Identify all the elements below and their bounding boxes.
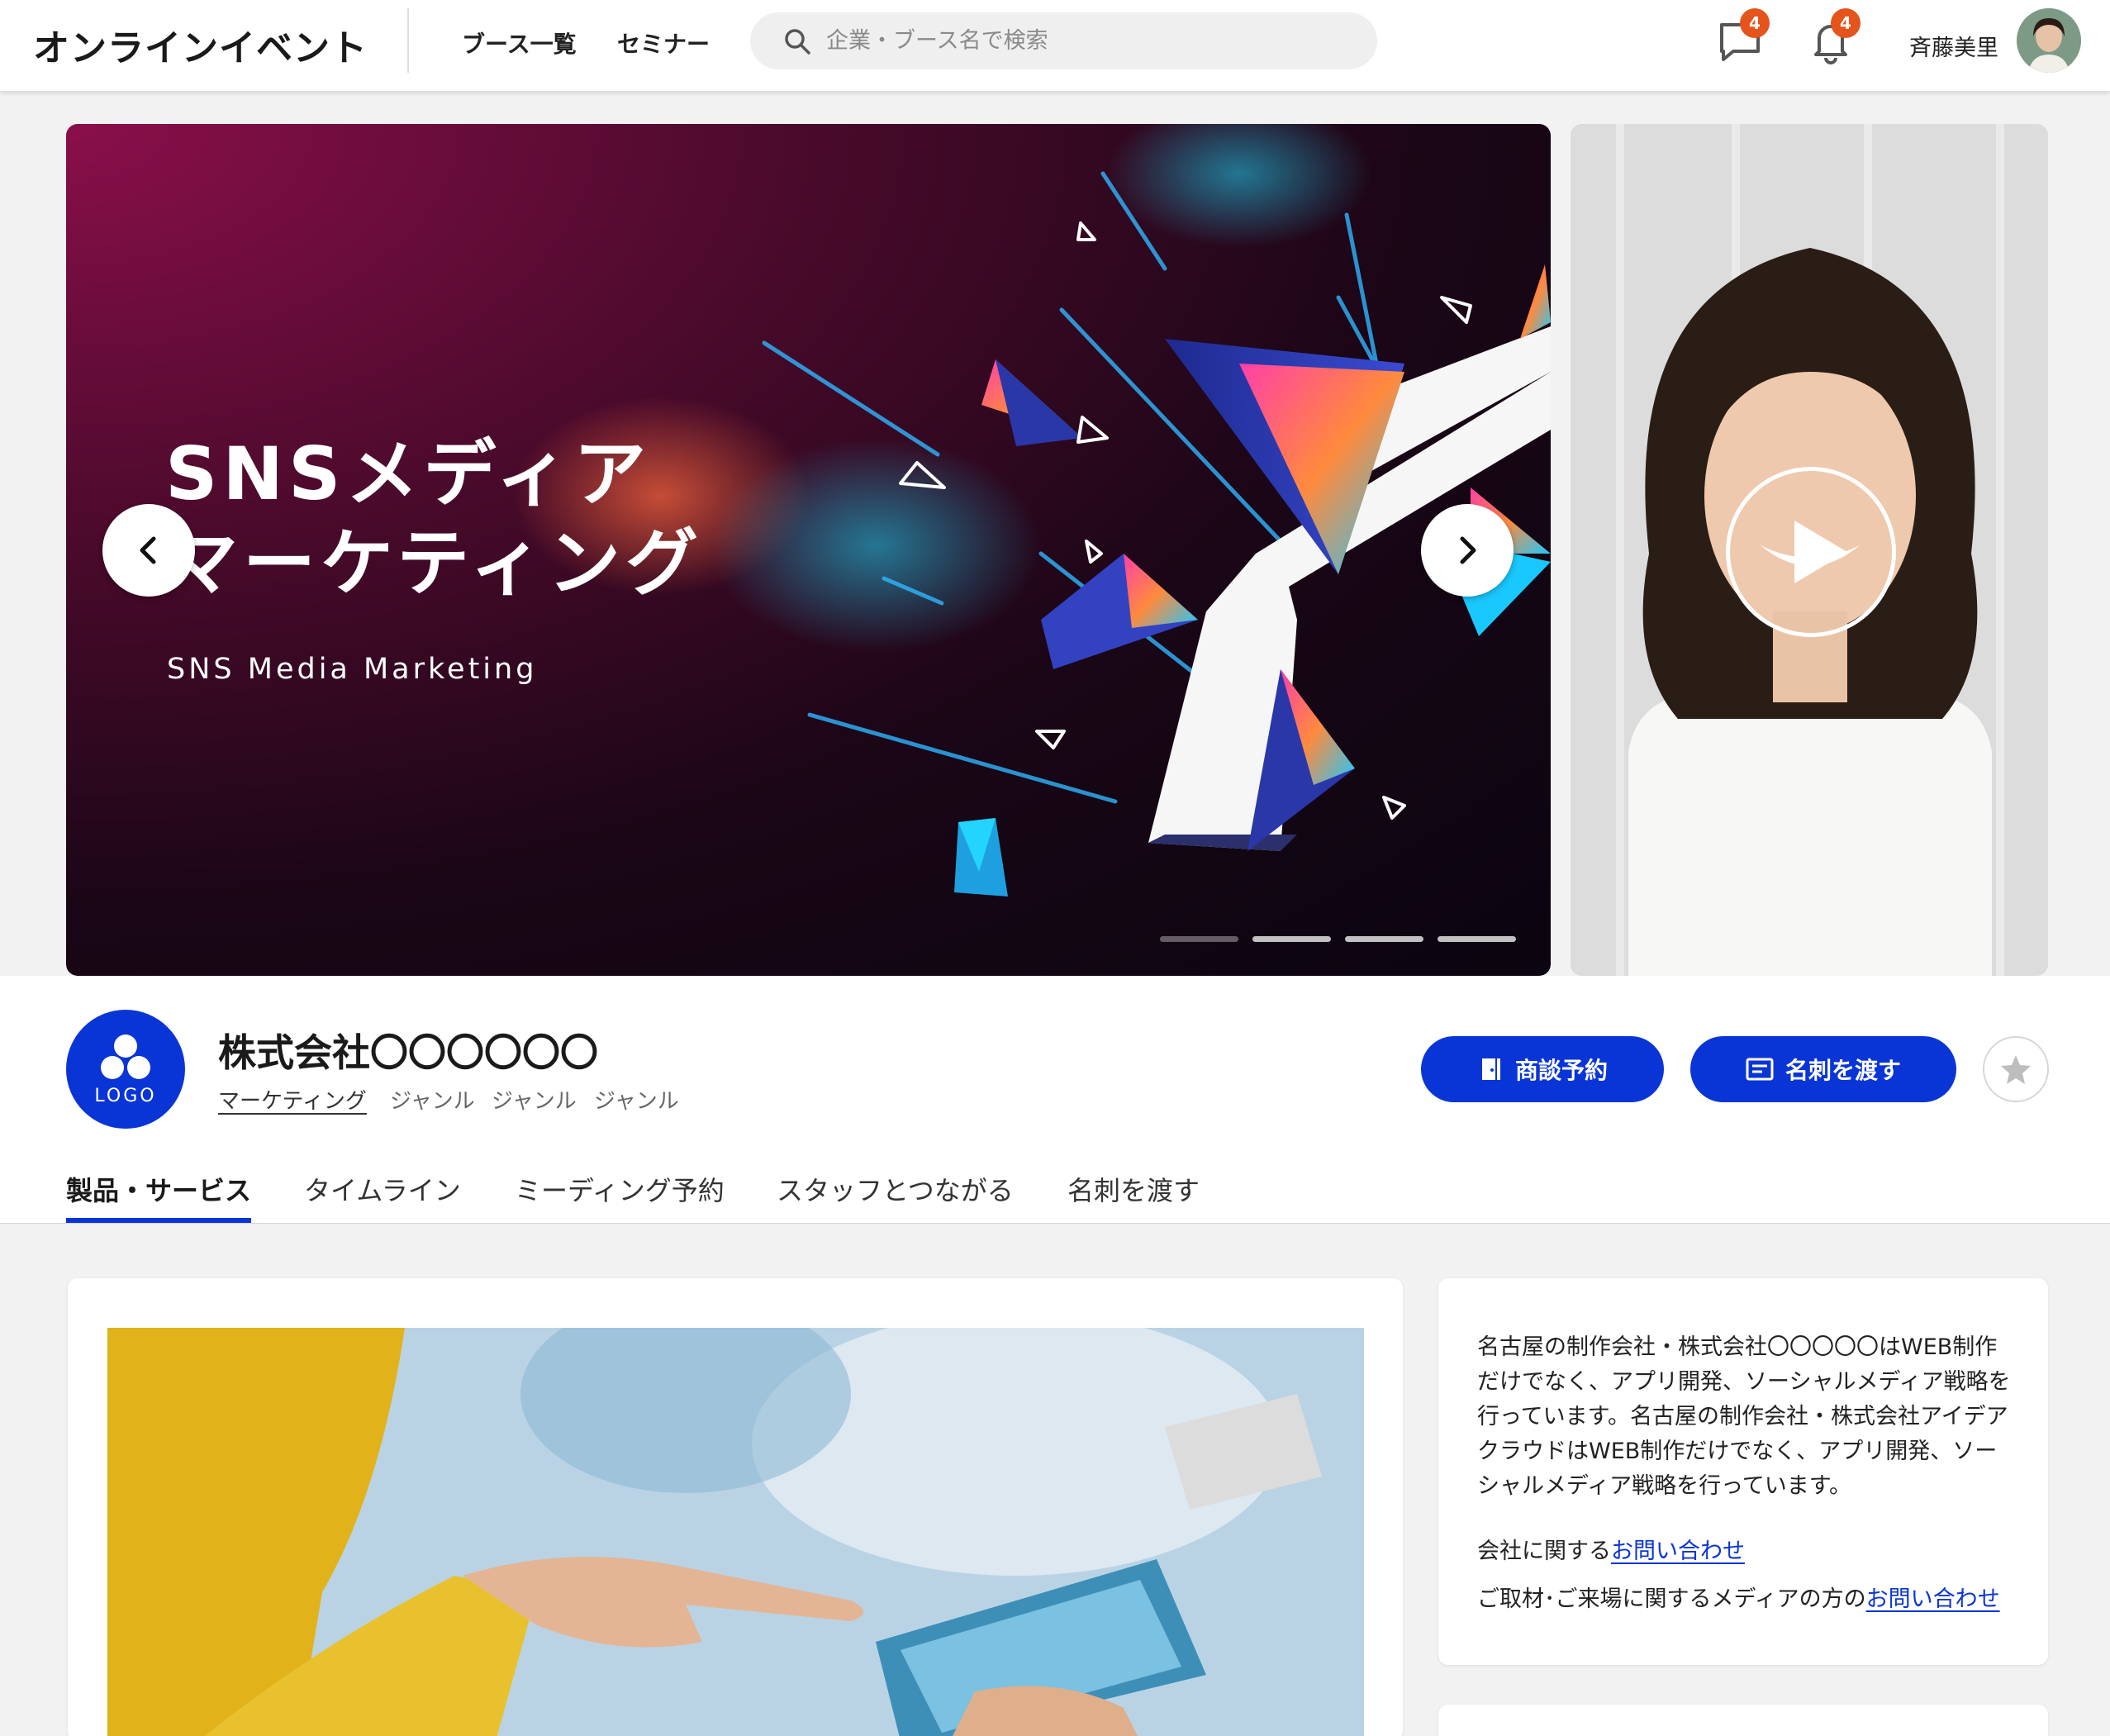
- give-business-card-label: 名刺を渡す: [1784, 1057, 1901, 1084]
- media-prefix: ご取材･ご来場に関するメディアの方の: [1477, 1586, 1866, 1612]
- user-avatar[interactable]: [2017, 8, 2081, 73]
- book-meeting-label: 商談予約: [1514, 1057, 1608, 1084]
- logo-circles-icon: [101, 1034, 150, 1079]
- secondary-info-card: [1438, 1705, 2048, 1736]
- business-card-icon: [1746, 1058, 1774, 1081]
- hero-carousel: SNSメディア マーケティング SNS Media Marketing: [66, 124, 1551, 976]
- book-meeting-button[interactable]: 商談予約: [1421, 1036, 1664, 1102]
- genre-tag: ジャンル: [390, 1089, 475, 1114]
- product-image: [107, 1328, 1364, 1736]
- search-bar: [750, 12, 1377, 69]
- carousel-indicators: [1160, 936, 1516, 942]
- hero-subtitle: SNS Media Marketing: [167, 653, 538, 686]
- give-business-card-button[interactable]: 名刺を渡す: [1690, 1036, 1956, 1102]
- tab-connect-staff[interactable]: スタッフとつながる: [777, 1170, 1014, 1208]
- carousel-dot[interactable]: [1438, 936, 1516, 942]
- hero-title-line1: SNSメディア: [165, 431, 652, 516]
- carousel-dot[interactable]: [1345, 936, 1423, 942]
- company-info-card: 名古屋の制作会社・株式会社〇〇〇〇〇はWEB制作だけでなく、アプリ開発、ソーシャ…: [1438, 1278, 2048, 1665]
- media-contact-line: ご取材･ご来場に関するメディアの方のお問い合わせ: [1477, 1581, 2000, 1613]
- search-icon: [785, 29, 810, 55]
- hero-title-line2: マーケティング: [165, 521, 703, 606]
- company-name: 株式会社〇〇〇〇〇〇: [218, 1030, 598, 1075]
- contact-line: 会社に関するお問い合わせ: [1477, 1533, 1745, 1565]
- nav-booth-list[interactable]: ブース一覧: [462, 26, 577, 59]
- company-description: 名古屋の制作会社・株式会社〇〇〇〇〇はWEB制作だけでなく、アプリ開発、ソーシャ…: [1477, 1334, 2011, 1499]
- carousel-dot[interactable]: [1252, 936, 1331, 942]
- notifications-button[interactable]: 4: [1804, 8, 1861, 68]
- media-contact-link[interactable]: お問い合わせ: [1866, 1586, 2000, 1612]
- company-logo: LOGO: [66, 1010, 185, 1129]
- carousel-prev-button[interactable]: [102, 504, 195, 597]
- door-icon: [1481, 1058, 1500, 1080]
- search-input[interactable]: [826, 12, 1355, 69]
- star-icon: [2001, 1055, 2031, 1084]
- top-header: オンラインイベント ブース一覧 セミナー 4 4 斉藤美里: [0, 0, 2110, 91]
- play-icon: [1794, 521, 1847, 583]
- company-contact-link[interactable]: お問い合わせ: [1611, 1539, 1745, 1564]
- tab-give-business-card[interactable]: 名刺を渡す: [1067, 1170, 1200, 1208]
- brand-logo-text[interactable]: オンラインイベント: [33, 18, 368, 71]
- staff-video[interactable]: [1571, 124, 2048, 976]
- favorite-button[interactable]: [1983, 1036, 2049, 1102]
- product-card: [68, 1278, 1403, 1736]
- tab-timeline[interactable]: タイムライン: [304, 1170, 461, 1208]
- carousel-next-button[interactable]: [1421, 504, 1514, 597]
- logo-text: LOGO: [94, 1086, 157, 1106]
- hero-title: SNSメディア マーケティング: [165, 430, 703, 608]
- tab-products-services[interactable]: 製品・サービス: [66, 1170, 251, 1208]
- contact-prefix: 会社に関する: [1477, 1539, 1611, 1564]
- nav-seminar[interactable]: セミナー: [617, 26, 710, 59]
- chevron-right-icon: [1460, 536, 1476, 564]
- messages-badge: 4: [1740, 8, 1770, 38]
- user-name[interactable]: 斉藤美里: [1909, 30, 1998, 62]
- tabs-divider: [0, 1223, 2110, 1224]
- genre-tag: ジャンル: [594, 1089, 679, 1114]
- tab-meeting-reservation[interactable]: ミーディング予約: [515, 1170, 725, 1208]
- carousel-dot[interactable]: [1160, 936, 1238, 942]
- chevron-left-icon: [140, 536, 156, 564]
- messages-button[interactable]: 4: [1713, 8, 1770, 68]
- play-button[interactable]: [1726, 467, 1896, 637]
- genre-tag: ジャンル: [492, 1089, 577, 1114]
- notifications-badge: 4: [1831, 8, 1861, 38]
- tablet-photo: [107, 1328, 1364, 1736]
- brand-divider: [407, 8, 409, 73]
- genre-tag[interactable]: マーケティング: [218, 1084, 367, 1115]
